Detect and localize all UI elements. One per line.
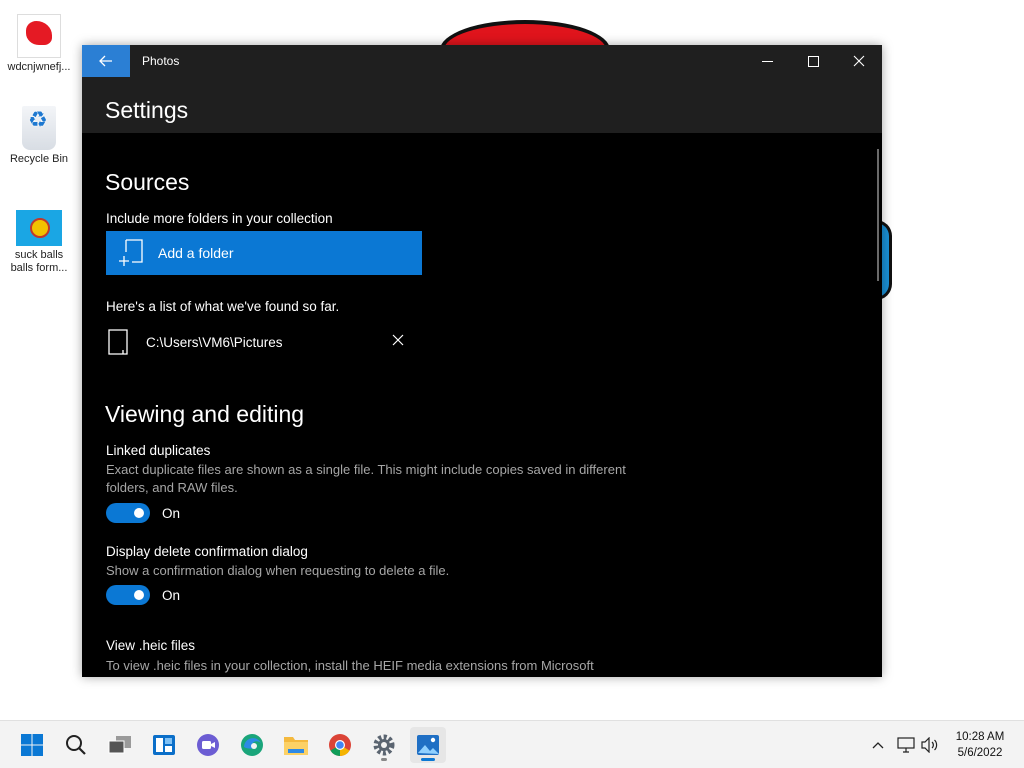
minimize-button[interactable] bbox=[744, 45, 790, 77]
toggle-knob bbox=[134, 590, 144, 600]
desktop-icon-label: suck balls balls form... bbox=[10, 249, 68, 274]
close-icon bbox=[853, 55, 865, 67]
back-arrow-icon bbox=[99, 55, 112, 67]
folder-icon bbox=[108, 329, 128, 355]
toggle-knob bbox=[134, 508, 144, 518]
chat-button[interactable] bbox=[190, 727, 226, 763]
chrome-button[interactable] bbox=[322, 727, 358, 763]
page-title: Settings bbox=[105, 97, 189, 123]
active-indicator bbox=[421, 758, 435, 761]
chevron-up-icon bbox=[872, 742, 884, 749]
edge-browser-icon bbox=[241, 734, 263, 756]
clock[interactable]: 10:28 AM 5/6/2022 bbox=[940, 729, 1020, 761]
linked-duplicates-description: Exact duplicate files are shown as a sin… bbox=[106, 462, 626, 495]
taskbar: 10:28 AM 5/6/2022 bbox=[0, 720, 1024, 768]
desktop-icon-file[interactable]: suck balls balls form... bbox=[4, 210, 74, 275]
clock-date: 5/6/2022 bbox=[957, 747, 1003, 759]
folder-icon bbox=[284, 737, 308, 755]
windows-logo-icon bbox=[21, 734, 43, 756]
delete-confirm-toggle[interactable] bbox=[106, 585, 150, 605]
photos-window: Photos Settings Sources Include more fol… bbox=[82, 45, 882, 677]
search-icon bbox=[66, 735, 86, 755]
page-header: Settings bbox=[82, 77, 882, 133]
photos-icon bbox=[417, 735, 439, 755]
volume-button[interactable] bbox=[920, 735, 940, 755]
widgets-icon bbox=[153, 735, 175, 755]
heic-description: To view .heic files in your collection, … bbox=[106, 658, 594, 673]
search-button[interactable] bbox=[58, 727, 94, 763]
maximize-icon bbox=[807, 55, 819, 67]
network-icon bbox=[897, 737, 915, 753]
maximize-button[interactable] bbox=[790, 45, 836, 77]
title-bar[interactable]: Photos bbox=[82, 45, 882, 77]
scrollbar[interactable] bbox=[877, 149, 879, 281]
delete-confirm-title: Display delete confirmation dialog bbox=[106, 544, 308, 559]
desktop-icon-recycle-bin[interactable]: Recycle Bin bbox=[4, 106, 74, 166]
file-explorer-button[interactable] bbox=[278, 727, 314, 763]
close-button[interactable] bbox=[836, 45, 882, 77]
clock-time: 10:28 AM bbox=[955, 731, 1005, 743]
linked-duplicates-state: On bbox=[162, 506, 181, 521]
task-view-icon bbox=[108, 736, 131, 754]
close-icon bbox=[392, 334, 404, 346]
include-folders-label: Include more folders in your collection bbox=[106, 211, 333, 226]
heic-title: View .heic files bbox=[106, 638, 196, 653]
delete-confirm-description: Show a confirmation dialog when requesti… bbox=[106, 563, 450, 578]
minimize-icon bbox=[761, 60, 773, 62]
video-chat-icon bbox=[197, 734, 219, 756]
start-button[interactable] bbox=[14, 727, 50, 763]
desktop-icon-label: Recycle Bin bbox=[9, 153, 69, 165]
widgets-button[interactable] bbox=[146, 727, 182, 763]
add-folder-button[interactable]: Add a folder bbox=[106, 231, 422, 275]
file-icon bbox=[16, 210, 62, 246]
settings-content[interactable]: Sources Include more folders in your col… bbox=[82, 133, 882, 677]
running-indicator bbox=[381, 758, 387, 761]
section-heading-viewing: Viewing and editing bbox=[105, 401, 305, 427]
add-folder-label: Add a folder bbox=[158, 245, 234, 261]
remove-folder-button[interactable] bbox=[392, 333, 406, 347]
found-folders-label: Here's a list of what we've found so far… bbox=[106, 299, 340, 314]
speaker-icon bbox=[921, 737, 938, 753]
app-icon bbox=[17, 14, 61, 58]
section-heading-sources: Sources bbox=[105, 169, 190, 195]
desktop-icon-label: wdcnjwnefj... bbox=[7, 61, 71, 73]
edge-button[interactable] bbox=[234, 727, 270, 763]
desktop-icon-shortcut[interactable]: wdcnjwnefj... bbox=[4, 14, 74, 74]
chrome-browser-icon bbox=[329, 734, 351, 756]
settings-app-button[interactable] bbox=[366, 727, 402, 763]
network-button[interactable] bbox=[896, 735, 916, 755]
app-title: Photos bbox=[142, 54, 180, 68]
recycle-bin-icon bbox=[22, 106, 56, 150]
task-view-button[interactable] bbox=[102, 727, 138, 763]
gear-icon bbox=[373, 734, 395, 756]
back-button[interactable] bbox=[82, 45, 130, 77]
folder-path: C:\Users\VM6\Pictures bbox=[146, 335, 283, 350]
linked-duplicates-title: Linked duplicates bbox=[106, 443, 211, 458]
delete-confirm-state: On bbox=[162, 588, 181, 603]
show-hidden-icons-button[interactable] bbox=[868, 735, 888, 755]
add-folder-icon bbox=[118, 238, 146, 268]
linked-duplicates-toggle[interactable] bbox=[106, 503, 150, 523]
photos-app-button[interactable] bbox=[410, 727, 446, 763]
